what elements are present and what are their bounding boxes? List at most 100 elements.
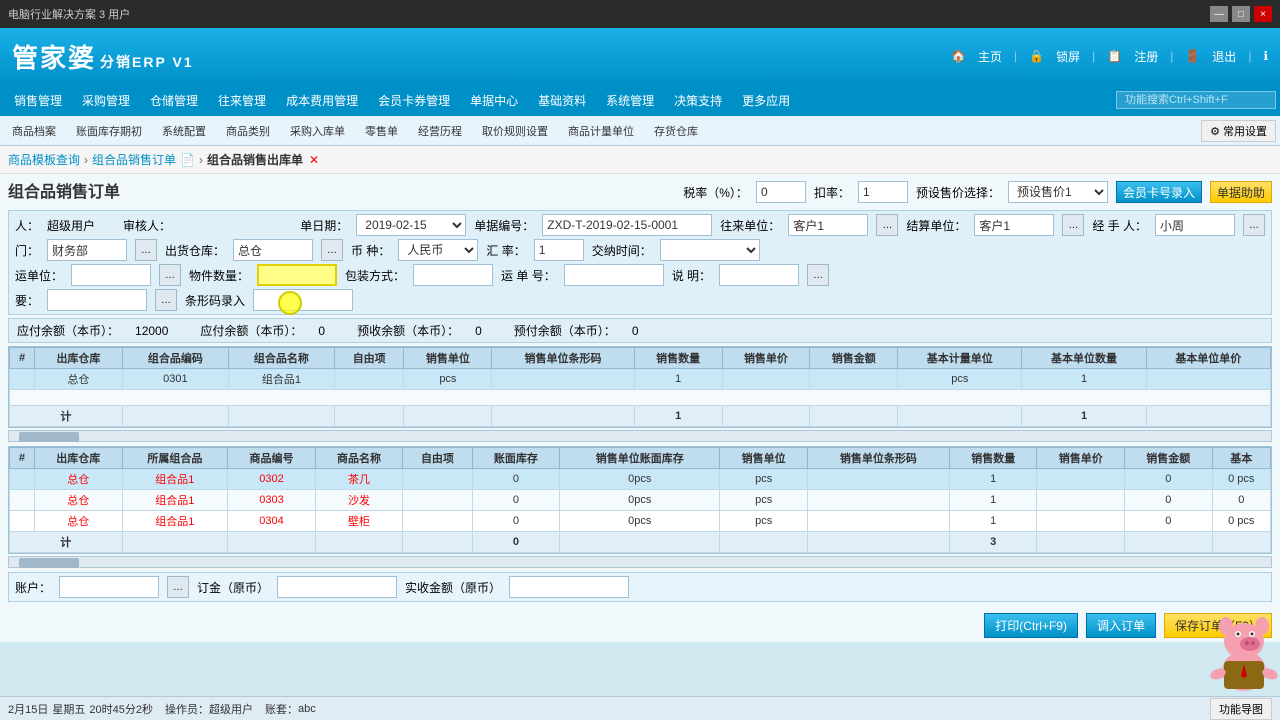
status-date: 2月15日 [8, 701, 48, 717]
require-input[interactable] [47, 289, 147, 311]
nav-warehouse[interactable]: 仓储管理 [140, 88, 208, 113]
scrollbar-thumb[interactable] [19, 432, 79, 442]
common-settings-button[interactable]: ⚙ 常用设置 [1201, 120, 1276, 142]
parts-count-input[interactable] [257, 264, 337, 286]
bcol-price: 销售单价 [1037, 448, 1125, 469]
dept-select-button[interactable]: … [135, 239, 157, 261]
shipping-no-input[interactable] [564, 264, 664, 286]
title-text: 电脑行业解决方案 3 用户 [8, 6, 130, 22]
order-amount-input[interactable] [277, 576, 397, 598]
page-title: 组合品销售订单 [8, 178, 120, 202]
maximize-button[interactable]: □ [1232, 6, 1250, 22]
subnav-measure-unit[interactable]: 商品计量单位 [560, 120, 642, 142]
subnav-price-rules[interactable]: 取价规则设置 [474, 120, 556, 142]
bottom-table-row[interactable]: 总仓 组合品1 0304 壁柜 0 0pcs pcs 1 0 0 pcs [10, 511, 1271, 532]
subnav-account-init[interactable]: 账面库存期初 [68, 120, 150, 142]
shipping-unit-select-button[interactable]: … [159, 264, 181, 286]
handler-input[interactable] [1155, 214, 1235, 236]
bottom-table-row[interactable]: 总仓 组合品1 0302 茶几 0 0pcs pcs 1 0 0 pcs [10, 469, 1271, 490]
nav-relations[interactable]: 往来管理 [208, 88, 276, 113]
account-input[interactable] [59, 576, 159, 598]
remark-select-button[interactable]: … [807, 264, 829, 286]
bottom-table-row[interactable]: 总仓 组合品1 0303 沙发 0 0pcs pcs 1 0 0 [10, 490, 1271, 511]
home-label[interactable]: 主页 [978, 48, 1002, 65]
trading-time-select[interactable] [660, 239, 760, 261]
breadcrumb-close[interactable]: ✕ [309, 153, 319, 167]
function-map-button[interactable]: 功能导图 [1210, 698, 1272, 720]
bottom-scrollbar-thumb[interactable] [19, 558, 79, 568]
col-sales-price: 销售单价 [722, 348, 810, 369]
subnav-purchase-in[interactable]: 采购入库单 [282, 120, 353, 142]
subnav-product-category[interactable]: 商品类别 [218, 120, 278, 142]
barcode-input[interactable] [253, 289, 353, 311]
require-label: 要： [15, 292, 39, 309]
packing-input[interactable] [413, 264, 493, 286]
actual-amount-input[interactable] [509, 576, 629, 598]
nav-purchase[interactable]: 采购管理 [72, 88, 140, 113]
account-select-button[interactable]: … [167, 576, 189, 598]
nav-basics[interactable]: 基础资料 [528, 88, 596, 113]
breadcrumb-combo-sales[interactable]: 组合品销售订单 [92, 151, 176, 168]
require-select-button[interactable]: … [155, 289, 177, 311]
subnav-history[interactable]: 经营历程 [410, 120, 470, 142]
lock-label[interactable]: 锁屏 [1056, 48, 1080, 65]
to-unit-select-button[interactable]: … [876, 214, 898, 236]
nav-decision[interactable]: 决策支持 [664, 88, 732, 113]
settle-unit-select-button[interactable]: … [1062, 214, 1084, 236]
bcol-name: 商品名称 [315, 448, 403, 469]
currency-select[interactable]: 人民币 [398, 239, 478, 261]
dept-input[interactable] [47, 239, 127, 261]
breadcrumb-combo-out: 组合品销售出库单 [207, 151, 303, 168]
to-unit-input[interactable] [788, 214, 868, 236]
nav-member[interactable]: 会员卡券管理 [368, 88, 460, 113]
main-table-scrollbar[interactable] [8, 430, 1272, 442]
logout-icon[interactable]: 🚪 [1185, 49, 1200, 63]
help-button[interactable]: 单据助助 [1210, 181, 1272, 203]
app-header: 管家婆分销ERP V1 🏠 主页 | 🔒 锁屏 | 📋 注册 | 🚪 退出 | … [0, 28, 1280, 84]
nav-sales[interactable]: 销售管理 [4, 88, 72, 113]
register-icon[interactable]: 📋 [1107, 49, 1122, 63]
warehouse-select-button[interactable]: … [321, 239, 343, 261]
subnav-retail[interactable]: 零售单 [357, 120, 406, 142]
register-label[interactable]: 注册 [1134, 48, 1158, 65]
table-row[interactable]: 总仓 0301 组合品1 pcs 1 pcs 1 [10, 369, 1271, 390]
home-icon[interactable]: 🏠 [951, 49, 966, 63]
tax-rate-input[interactable] [756, 181, 806, 203]
price-select[interactable]: 预设售价1 [1008, 181, 1108, 203]
insert-order-button[interactable]: 调入订单 [1086, 613, 1156, 638]
parts-count-label: 物件数量： [189, 267, 249, 284]
breadcrumb: 商品模板查询 › 组合品销售订单 📄 › 组合品销售出库单 ✕ [0, 146, 1280, 174]
nav-orders[interactable]: 单据中心 [460, 88, 528, 113]
save-order-button[interactable]: 保存订单（F9） [1164, 613, 1272, 638]
subnav-stock-warehouse[interactable]: 存货仓库 [646, 120, 706, 142]
reviewer-label: 审核人： [123, 217, 171, 234]
info-icon[interactable]: ℹ [1263, 49, 1268, 63]
nav-cost[interactable]: 成本费用管理 [276, 88, 368, 113]
subnav-system-config[interactable]: 系统配置 [154, 120, 214, 142]
shipping-unit-input[interactable] [71, 264, 151, 286]
print-button[interactable]: 打印(Ctrl+F9) [984, 613, 1078, 638]
exchange-rate-input[interactable] [534, 239, 584, 261]
header-right: 🏠 主页 | 🔒 锁屏 | 📋 注册 | 🚪 退出 | ℹ [951, 48, 1268, 65]
settle-unit-input[interactable] [974, 214, 1054, 236]
date-select[interactable]: 2019-02-15 [356, 214, 466, 236]
col-warehouse: 出库仓库 [35, 348, 123, 369]
handler-select-button[interactable]: … [1243, 214, 1265, 236]
warehouse-input[interactable] [233, 239, 313, 261]
nav-more[interactable]: 更多应用 [732, 88, 800, 113]
function-search-input[interactable] [1116, 91, 1276, 109]
account-label: 账户： [15, 579, 51, 596]
bottom-table-scrollbar[interactable] [8, 556, 1272, 568]
bcol-qty: 销售数量 [949, 448, 1037, 469]
order-num-input[interactable] [542, 214, 712, 236]
subnav-product-file[interactable]: 商品档案 [4, 120, 64, 142]
nav-system[interactable]: 系统管理 [596, 88, 664, 113]
remark-input[interactable] [719, 264, 799, 286]
discount-input[interactable] [858, 181, 908, 203]
logout-label[interactable]: 退出 [1212, 48, 1236, 65]
minimize-button[interactable]: — [1210, 6, 1228, 22]
member-card-button[interactable]: 会员卡号录入 [1116, 181, 1202, 203]
lock-icon[interactable]: 🔒 [1029, 49, 1044, 63]
close-button[interactable]: × [1254, 6, 1272, 22]
breadcrumb-template[interactable]: 商品模板查询 [8, 151, 80, 168]
